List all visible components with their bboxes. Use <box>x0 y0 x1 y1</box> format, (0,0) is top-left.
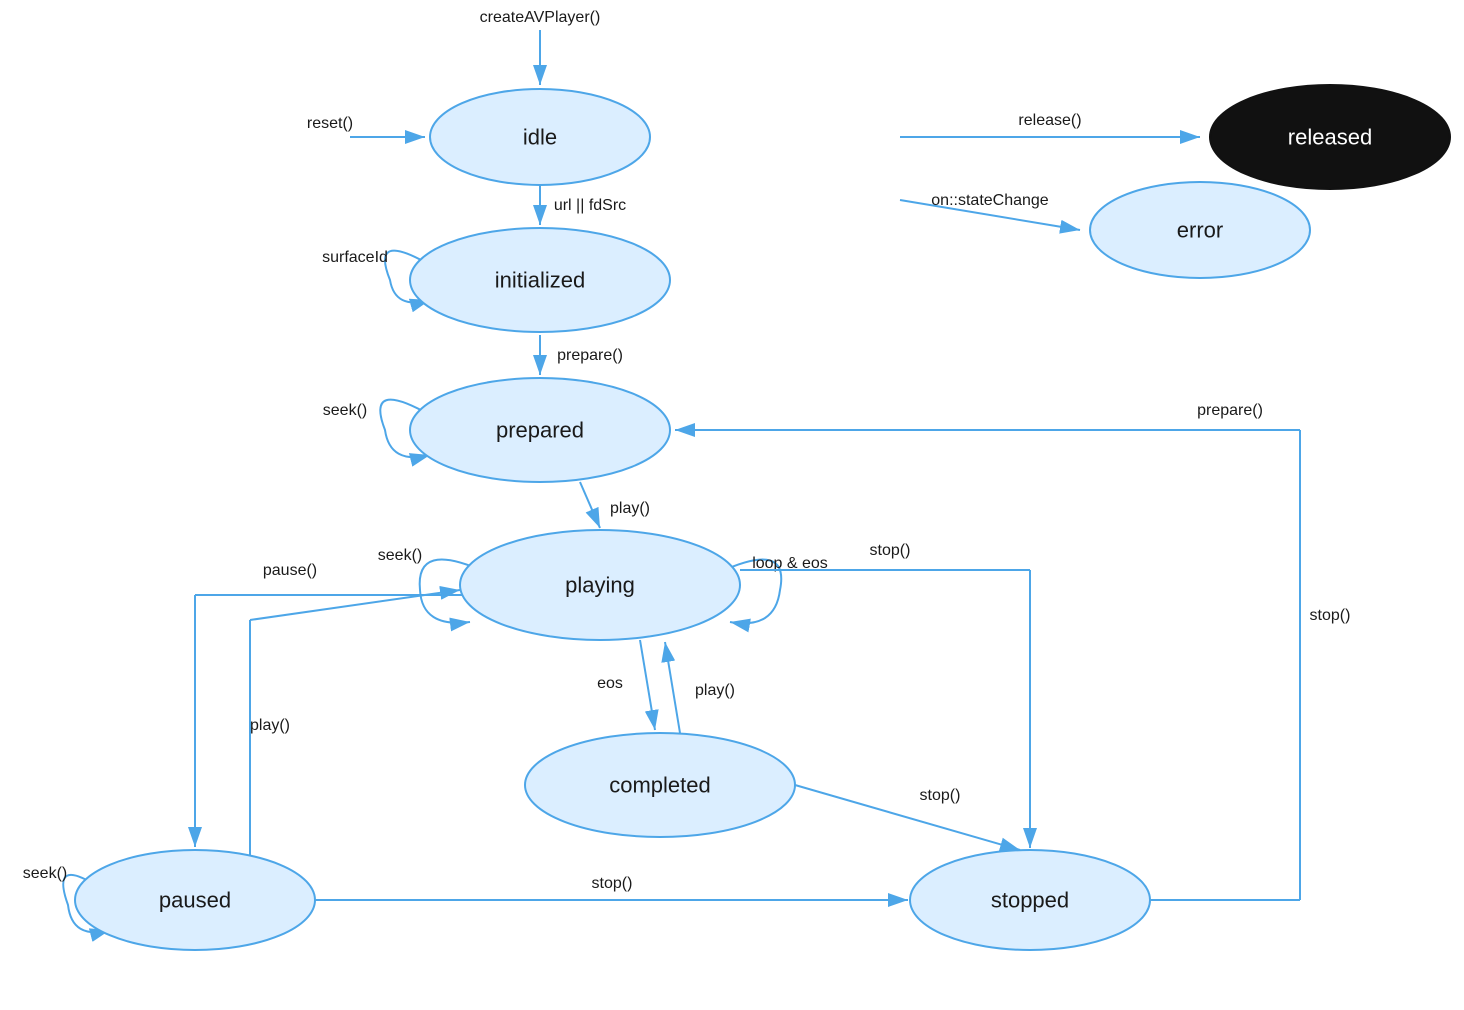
label-prepare2: prepare() <box>1197 402 1263 419</box>
label-initialized: initialized <box>495 268 586 293</box>
label-url-fdsrc: url || fdSrc <box>554 197 626 214</box>
label-play1: play() <box>610 500 650 517</box>
label-play2: play() <box>250 717 290 734</box>
label-idle: idle <box>523 125 557 150</box>
label-error: error <box>1177 218 1223 243</box>
label-reset: reset() <box>307 115 353 132</box>
label-stopped: stopped <box>991 888 1069 913</box>
label-released: released <box>1288 125 1372 150</box>
label-play3: play() <box>695 682 735 699</box>
label-seek2: seek() <box>378 547 422 564</box>
label-surfaceId: surfaceId <box>322 249 388 266</box>
label-seek3: seek() <box>23 865 67 882</box>
label-createAVPlayer: createAVPlayer() <box>480 9 601 26</box>
label-stop2: stop() <box>920 787 961 804</box>
label-on-statechange: on::stateChange <box>931 192 1049 209</box>
label-seek1: seek() <box>323 402 367 419</box>
label-prepared: prepared <box>496 418 584 443</box>
label-paused: paused <box>159 888 231 913</box>
label-release: release() <box>1018 112 1081 129</box>
label-stop1: stop() <box>592 875 633 892</box>
label-stop3: stop() <box>870 542 911 559</box>
label-completed: completed <box>609 773 711 798</box>
label-prepare1: prepare() <box>557 347 623 364</box>
label-stop4: stop() <box>1310 607 1351 624</box>
label-eos: eos <box>597 675 623 692</box>
label-playing: playing <box>565 573 635 598</box>
label-pause: pause() <box>263 562 317 579</box>
